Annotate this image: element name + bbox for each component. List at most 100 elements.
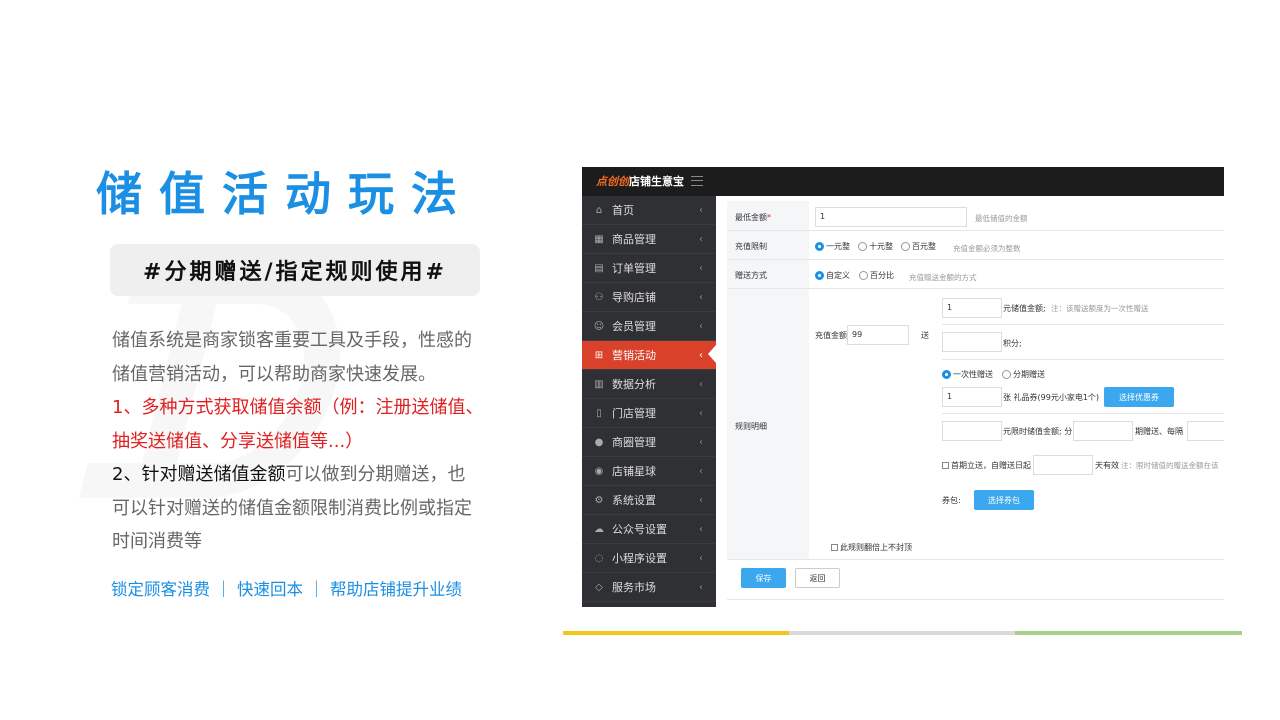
sidebar-item-label: 服务市场 (612, 581, 656, 594)
sidebar-item-10[interactable]: ⚙ 系统设置 ‹ (582, 486, 716, 515)
interval-input[interactable] (1187, 421, 1224, 441)
sidebar-item-8[interactable]: ● 商圈管理 ‹ (582, 428, 716, 457)
sidebar-item-5[interactable]: ⊞ 营销活动 ‹ (582, 341, 716, 370)
sidebar-item-11[interactable]: ☁ 公众号设置 ‹ (582, 515, 716, 544)
slide-description: 储值系统是商家锁客重要工具及手段，性感的 储值营销活动，可以帮助商家快速发展。 … (112, 324, 512, 559)
coupon-count-input[interactable]: 1 (942, 387, 1002, 407)
sidebar-item-1[interactable]: ▦ 商品管理 ‹ (582, 225, 716, 254)
gift-option-custom[interactable]: 自定义 (815, 270, 850, 281)
recharge-amount-label: 充值金额 (815, 331, 847, 340)
limit-option-2[interactable]: 十元整 (858, 241, 893, 252)
period-text: 期赠送、每隔 (1135, 427, 1183, 436)
wechat-icon: ☁ (594, 523, 604, 535)
coupon-text: 张 礼品券(99元小家电1个) (1003, 393, 1100, 402)
sidebar-item-0[interactable]: ⌂ 首页 ‹ (582, 196, 716, 225)
menu-toggle-icon[interactable] (691, 176, 703, 186)
back-button[interactable]: 返回 (795, 568, 840, 588)
sidebar-item-6[interactable]: ▥ 数据分析 ‹ (582, 370, 716, 399)
desc-item-2-highlight: 2、针对赠送储值金额 (112, 464, 286, 485)
app-logo[interactable]: 点创创店铺生意宝 (596, 173, 684, 189)
app-screenshot: 点创创店铺生意宝 ⌂ 首页 ‹ ▦ 商品管理 ‹ ▤ 订单管理 ‹ ⚇ 导购店铺 ‹ ☺ 会员管理 ‹ ⊞ 营销… (582, 167, 1224, 607)
store-icon: ▯ (596, 407, 602, 419)
gift-amount-input[interactable]: 1 (942, 298, 1002, 318)
home-icon: ⌂ (595, 204, 603, 216)
chevron-left-icon: ‹ (699, 465, 703, 477)
send-label: 送 (921, 331, 929, 340)
radio-unchecked-icon (859, 271, 868, 280)
org-icon: ⚇ (594, 291, 604, 303)
chevron-left-icon: ‹ (699, 349, 703, 361)
sidebar-item-label: 小程序设置 (612, 552, 667, 565)
desc-line-2: 储值营销活动，可以帮助商家快速发展。 (112, 363, 436, 385)
chat-icon: ◌ (594, 552, 604, 564)
radio-unchecked-icon (1002, 370, 1011, 379)
slide-tag: #分期赠送/指定规则使用# (110, 244, 480, 296)
radio-checked-icon (815, 271, 824, 280)
radio-unchecked-icon (901, 242, 910, 251)
sidebar-item-label: 订单管理 (612, 262, 656, 275)
slide-slogan: 锁定顾客消费 ｜ 快速回本 ｜ 帮助店铺提升业绩 (111, 580, 462, 599)
active-item-pointer (708, 345, 716, 363)
sidebar-item-label: 营销活动 (612, 349, 656, 362)
gift-amount-note: 注：该赠送额度为一次性赠送 (1051, 304, 1149, 313)
select-bundle-button[interactable]: 选择券包 (974, 490, 1034, 510)
no-cap-checkbox[interactable]: 此规则翻倍上不封顶 (831, 542, 912, 553)
grid-icon: ▦ (594, 233, 604, 245)
valid-days-input[interactable] (1033, 455, 1093, 475)
sidebar-item-label: 首页 (612, 204, 634, 217)
gift-option-percent[interactable]: 百分比 (859, 270, 894, 281)
period-count-input[interactable] (1073, 421, 1133, 441)
chevron-left-icon: ‹ (699, 494, 703, 506)
desc-line-5: 可以针对赠送的储值金额限制消费比例或指定 (112, 497, 472, 519)
min-amount-input[interactable]: 1 (815, 207, 967, 227)
desc-line-6: 时间消费等 (112, 531, 202, 552)
color-bar-gray (789, 631, 1015, 635)
desc-line-1: 储值系统是商家锁客重要工具及手段，性感的 (112, 330, 472, 351)
select-coupon-button[interactable]: 选择优惠券 (1104, 387, 1174, 407)
sidebar-item-label: 数据分析 (612, 378, 656, 391)
limit-label: 充值限制 (735, 242, 767, 251)
gift-icon: ⊞ (594, 349, 604, 361)
sidebar-item-label: 门店管理 (612, 407, 656, 420)
limit-option-1[interactable]: 一元整 (815, 241, 850, 252)
points-input[interactable] (942, 332, 1002, 352)
sidebar-item-label: 店铺星球 (612, 465, 656, 478)
save-button[interactable]: 保存 (741, 568, 786, 588)
sidebar-item-13[interactable]: ◇ 服务市场 ‹ (582, 573, 716, 602)
globe-icon: ◉ (594, 465, 604, 477)
sidebar-item-9[interactable]: ◉ 店铺星球 ‹ (582, 457, 716, 486)
gear-icon: ⚙ (594, 494, 604, 506)
first-period-checkbox[interactable]: 首期立送，自赠送日起 (942, 460, 1031, 471)
sidebar-item-12[interactable]: ◌ 小程序设置 ‹ (582, 544, 716, 573)
user-icon: ☺ (593, 320, 605, 332)
app-topbar: 点创创店铺生意宝 (582, 167, 1224, 196)
chevron-left-icon: ‹ (699, 262, 703, 274)
sidebar-item-label: 会员管理 (612, 320, 656, 333)
chevron-left-icon: ‹ (699, 378, 703, 390)
color-bar-green (1015, 631, 1242, 635)
sidebar-item-2[interactable]: ▤ 订单管理 ‹ (582, 254, 716, 283)
sidebar-item-label: 导购店铺 (612, 291, 656, 304)
send-mode-once[interactable]: 一次性赠送 (942, 369, 993, 380)
sidebar-item-7[interactable]: ▯ 门店管理 ‹ (582, 399, 716, 428)
chevron-left-icon: ‹ (699, 233, 703, 245)
points-unit: 积分; (1003, 339, 1022, 348)
limit-option-3[interactable]: 百元整 (901, 241, 936, 252)
sidebar-item-3[interactable]: ⚇ 导购店铺 ‹ (582, 283, 716, 312)
sidebar-item-label: 商品管理 (612, 233, 656, 246)
sidebar-item-label: 公众号设置 (612, 523, 667, 536)
color-bars (563, 631, 1242, 635)
app-sidebar: ⌂ 首页 ‹ ▦ 商品管理 ‹ ▤ 订单管理 ‹ ⚇ 导购店铺 ‹ ☺ 会员管理 ‹ ⊞ 营销活动 ‹ ▥ 数据分析 ‹… (582, 196, 716, 607)
chevron-left-icon: ‹ (699, 436, 703, 448)
sidebar-item-label: 商圈管理 (612, 436, 656, 449)
recharge-amount-input[interactable]: 99 (847, 325, 909, 345)
recharge-rule-form: 最低金额* 1 最低储值的金额 充值限制 一元整 十元整 百元整 充值金额必须为… (727, 201, 1224, 607)
desc-item-2-rest: 可以做到分期赠送，也 (285, 464, 466, 485)
send-mode-installment[interactable]: 分期赠送 (1002, 369, 1045, 380)
document-icon: ▤ (594, 262, 604, 274)
limited-amount-input[interactable] (942, 421, 1002, 441)
radio-unchecked-icon (858, 242, 867, 251)
gift-amount-unit: 元储值金额; (1003, 304, 1046, 313)
radio-checked-icon (815, 242, 824, 251)
sidebar-item-4[interactable]: ☺ 会员管理 ‹ (582, 312, 716, 341)
